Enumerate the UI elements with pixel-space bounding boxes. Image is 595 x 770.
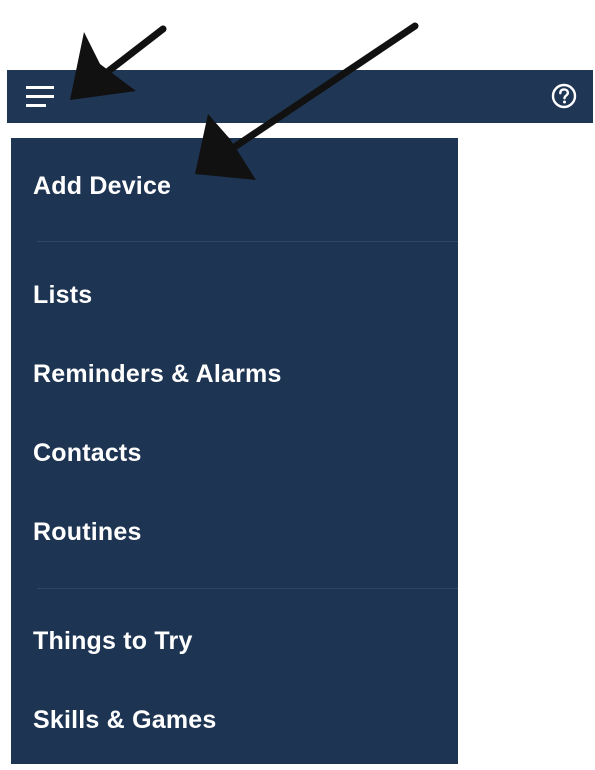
- menu-divider: [37, 241, 458, 242]
- navigation-drawer: Add Device Lists Reminders & Alarms Cont…: [11, 138, 458, 764]
- app-header-bar: [7, 70, 593, 123]
- screenshot-page: Add Device Lists Reminders & Alarms Cont…: [0, 0, 595, 770]
- menu-item-lists[interactable]: Lists: [33, 281, 92, 310]
- hamburger-menu-button[interactable]: [23, 80, 63, 114]
- help-button[interactable]: [549, 81, 579, 111]
- menu-item-contacts[interactable]: Contacts: [33, 439, 142, 468]
- menu-divider: [37, 588, 458, 589]
- menu-item-reminders-alarms[interactable]: Reminders & Alarms: [33, 360, 282, 389]
- menu-item-things-to-try[interactable]: Things to Try: [33, 627, 193, 656]
- menu-item-skills-games[interactable]: Skills & Games: [33, 706, 216, 735]
- question-circle-icon: [551, 83, 577, 109]
- menu-item-add-device[interactable]: Add Device: [33, 172, 171, 201]
- menu-item-routines[interactable]: Routines: [33, 518, 142, 547]
- hamburger-menu-icon: [26, 86, 54, 107]
